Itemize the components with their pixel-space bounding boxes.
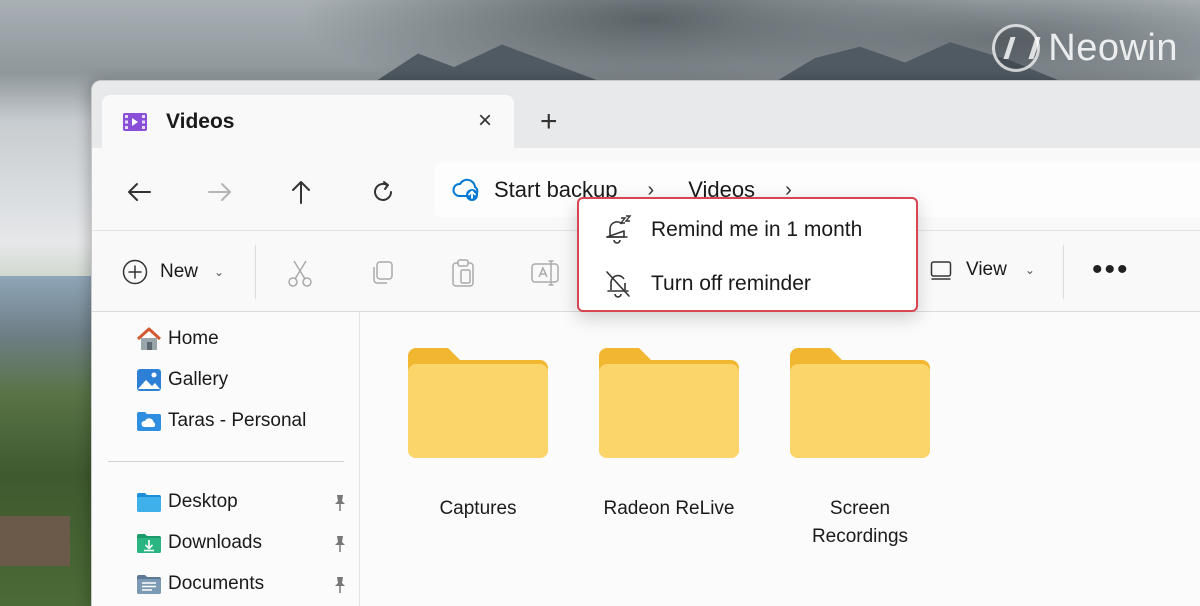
sidebar-item-label: Desktop bbox=[168, 491, 238, 512]
tab-bar: Videos × + bbox=[92, 81, 1200, 148]
sidebar-item-label: Taras - Personal bbox=[168, 410, 307, 431]
chevron-down-icon: ⌄ bbox=[1024, 263, 1035, 277]
cut-button[interactable] bbox=[284, 257, 316, 289]
downloads-folder-icon bbox=[136, 530, 162, 556]
sidebar-item-home[interactable]: Home bbox=[136, 326, 219, 352]
new-tab-button[interactable]: + bbox=[540, 105, 558, 139]
navigation-pane: Home Gallery Taras - Personal Desktop Do… bbox=[92, 312, 360, 606]
paste-icon bbox=[452, 259, 474, 287]
folder-name: Radeon ReLive bbox=[603, 498, 735, 519]
home-icon bbox=[136, 326, 162, 352]
arrow-right-icon bbox=[208, 183, 231, 201]
neowin-watermark: Neowin bbox=[992, 24, 1178, 72]
copy-icon bbox=[373, 261, 393, 284]
onedrive-folder-icon bbox=[136, 408, 162, 434]
toolbar-divider bbox=[255, 245, 256, 299]
sidebar-item-documents[interactable]: Documents bbox=[136, 571, 264, 597]
scissors-icon bbox=[288, 260, 312, 287]
pin-icon[interactable] bbox=[332, 494, 348, 512]
folder-item-screen-recordings[interactable]: Screen Recordings bbox=[785, 346, 935, 551]
refresh-icon bbox=[374, 181, 392, 201]
view-button-label: View bbox=[966, 259, 1007, 280]
folder-icon bbox=[599, 348, 739, 458]
sidebar-item-onedrive[interactable]: Taras - Personal bbox=[136, 408, 306, 434]
arrow-up-icon bbox=[292, 181, 310, 204]
view-button[interactable]: View ⌄ bbox=[930, 259, 1035, 281]
folder-icon bbox=[408, 348, 548, 458]
sidebar-item-label: Gallery bbox=[168, 369, 229, 390]
content-area: Home Gallery Taras - Personal Desktop Do… bbox=[92, 312, 1200, 606]
rename-icon bbox=[531, 260, 559, 286]
documents-folder-icon bbox=[136, 571, 162, 597]
back-button[interactable] bbox=[119, 172, 159, 212]
mountain-range bbox=[370, 44, 610, 85]
forward-button[interactable] bbox=[200, 172, 240, 212]
refresh-button[interactable] bbox=[363, 172, 403, 212]
backup-reminder-menu: Remind me in 1 month Turn off reminder bbox=[577, 197, 918, 312]
bell-off-icon bbox=[603, 269, 633, 299]
tab-videos[interactable]: Videos × bbox=[102, 95, 514, 148]
file-explorer-window: Videos × + Start backup › Videos › New ⌄… bbox=[91, 80, 1200, 606]
copy-button[interactable] bbox=[366, 257, 398, 289]
view-layout-icon bbox=[930, 261, 952, 280]
arrow-left-icon bbox=[128, 183, 151, 201]
sidebar-item-label: Downloads bbox=[168, 532, 262, 553]
folder-icon bbox=[790, 348, 930, 458]
folder-item-radeon-relive[interactable]: Radeon ReLive bbox=[594, 346, 744, 523]
videos-folder-icon bbox=[123, 112, 147, 131]
sidebar-divider bbox=[108, 461, 344, 462]
up-button[interactable] bbox=[281, 172, 321, 212]
gallery-icon bbox=[136, 367, 162, 393]
neowin-logo-icon bbox=[992, 24, 1041, 72]
menu-item-remind-later[interactable]: Remind me in 1 month bbox=[603, 215, 862, 245]
desktop-folder-icon bbox=[136, 489, 162, 515]
bell-snooze-icon bbox=[603, 215, 633, 245]
wooden-hut bbox=[0, 516, 70, 566]
cloud-backup-icon bbox=[452, 178, 479, 201]
folder-item-captures[interactable]: Captures bbox=[403, 346, 553, 523]
sidebar-item-label: Documents bbox=[168, 573, 265, 594]
sidebar-item-label: Home bbox=[168, 328, 219, 349]
more-options-button[interactable]: ••• bbox=[1092, 255, 1130, 285]
new-button[interactable]: New ⌄ bbox=[122, 259, 224, 285]
plus-circle-icon bbox=[122, 259, 148, 285]
paste-button[interactable] bbox=[447, 257, 479, 289]
close-tab-icon[interactable]: × bbox=[478, 107, 492, 135]
pin-icon[interactable] bbox=[332, 535, 348, 553]
new-button-label: New bbox=[160, 261, 199, 282]
chevron-down-icon: ⌄ bbox=[214, 265, 225, 279]
sidebar-item-downloads[interactable]: Downloads bbox=[136, 530, 262, 556]
pin-icon[interactable] bbox=[332, 576, 348, 594]
toolbar-divider bbox=[1063, 245, 1064, 299]
menu-item-label: Remind me in 1 month bbox=[651, 218, 863, 241]
rename-button[interactable] bbox=[529, 257, 561, 289]
folder-name: Captures bbox=[439, 498, 517, 519]
tab-title: Videos bbox=[166, 109, 235, 133]
watermark-text: Neowin bbox=[1048, 26, 1178, 69]
menu-item-label: Turn off reminder bbox=[651, 272, 811, 295]
sidebar-item-desktop[interactable]: Desktop bbox=[136, 489, 238, 515]
folder-name: Screen Recordings bbox=[811, 498, 909, 547]
sidebar-item-gallery[interactable]: Gallery bbox=[136, 367, 228, 393]
menu-item-turn-off-reminder[interactable]: Turn off reminder bbox=[603, 269, 811, 299]
